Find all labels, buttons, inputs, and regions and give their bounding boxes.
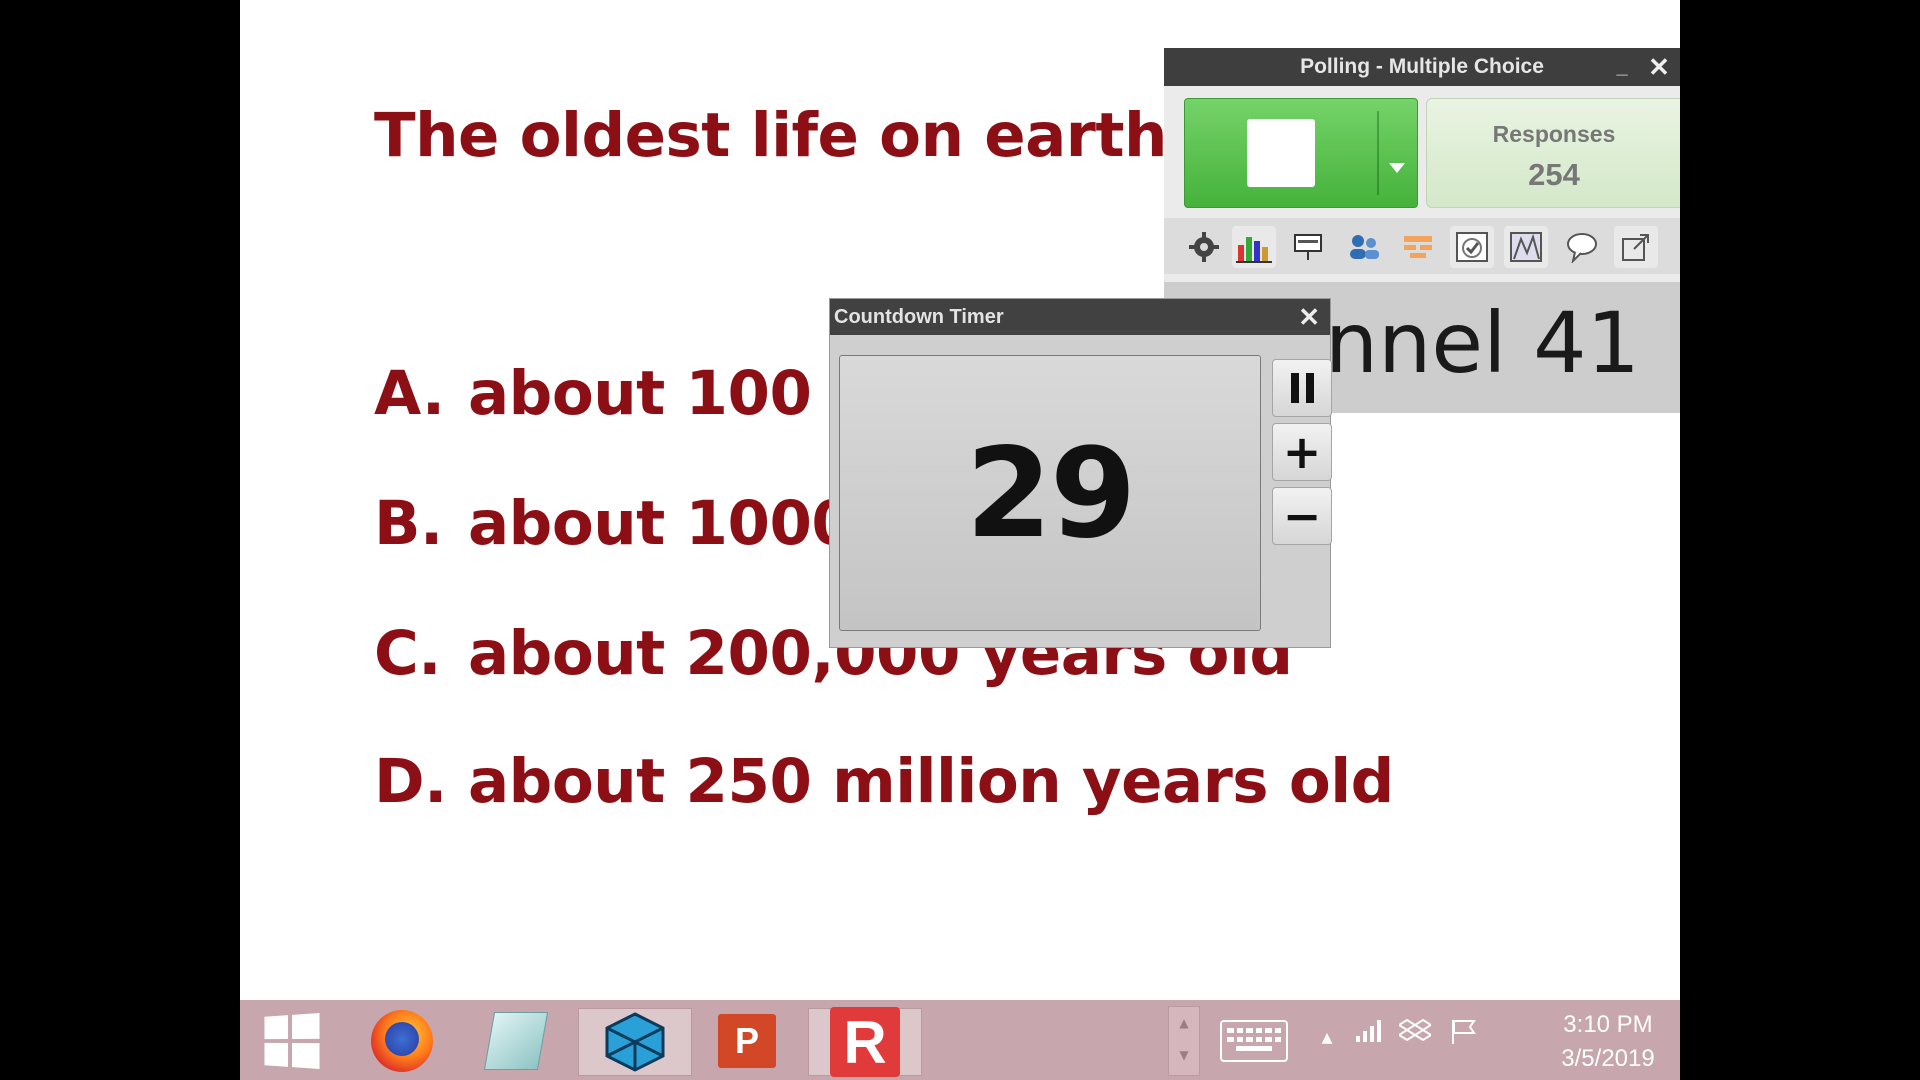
timer-value: 29: [965, 422, 1137, 566]
stop-square-icon: [1247, 119, 1315, 187]
powerpoint-label: P: [718, 1014, 776, 1068]
responses-label: Responses: [1492, 121, 1616, 147]
chart-image-icon[interactable]: [1504, 226, 1548, 268]
participants-icon[interactable]: [1342, 226, 1386, 268]
minimize-button[interactable]: _: [1610, 48, 1634, 86]
pause-icon: [1290, 373, 1314, 403]
clock-time: 3:10 PM: [1563, 1011, 1653, 1038]
option-letter: C.: [374, 618, 441, 689]
windows-start-icon[interactable]: [244, 1008, 336, 1074]
dropbox-icon[interactable]: [1397, 1018, 1433, 1053]
clock-date: 3/5/2019: [1561, 1045, 1655, 1072]
polling-titlebar[interactable]: Polling - Multiple Choice _ ✕: [1164, 48, 1680, 86]
response-app-icon[interactable]: R: [808, 1007, 922, 1077]
button-divider: [1377, 111, 1379, 195]
option-letter: A.: [374, 358, 445, 429]
taskbar: P R ▲ ▼ ▲ 3:10 PM 3/5/2019: [240, 1000, 1680, 1080]
option-d: D. about 250 million years old: [374, 746, 1394, 817]
timer-title: Countdown Timer: [834, 306, 1004, 328]
polling-toolbar: [1164, 218, 1680, 274]
powerpoint-icon[interactable]: P: [694, 1008, 800, 1074]
option-letter: D.: [374, 746, 447, 817]
response-app-label: R: [830, 1007, 900, 1077]
timer-close-button[interactable]: ✕: [1298, 299, 1320, 335]
timer-display: 29: [839, 355, 1261, 631]
subtract-time-button[interactable]: −: [1272, 487, 1332, 545]
responses-panel: Responses 254: [1426, 98, 1680, 208]
start-stop-poll-button[interactable]: [1184, 98, 1418, 208]
system-clock[interactable]: 3:10 PM 3/5/2019: [1548, 1008, 1668, 1076]
add-time-button[interactable]: +: [1272, 423, 1332, 481]
gear-icon[interactable]: [1182, 226, 1226, 268]
check-image-icon[interactable]: [1450, 226, 1494, 268]
slide-question: The oldest life on earth is: [374, 100, 1244, 171]
speech-bubble-icon[interactable]: [1560, 226, 1604, 268]
sketchup-icon[interactable]: [578, 1008, 692, 1076]
notepad-icon[interactable]: [470, 1008, 562, 1074]
show-hidden-icons-button[interactable]: ▲: [1310, 1030, 1344, 1046]
dropdown-arrow-icon[interactable]: [1389, 163, 1405, 173]
countdown-timer-window: Countdown Timer ✕ 29 + −: [829, 298, 1332, 648]
action-center-flag-icon[interactable]: [1446, 1018, 1480, 1053]
timer-titlebar[interactable]: Countdown Timer ✕: [830, 299, 1330, 335]
desktop-screen: The oldest life on earth is A. about 100 …: [240, 0, 1680, 1080]
bar-chart-icon[interactable]: [1232, 226, 1276, 268]
polling-close-button[interactable]: ✕: [1646, 48, 1672, 86]
firefox-icon[interactable]: [356, 1008, 448, 1074]
polling-title: Polling - Multiple Choice: [1300, 55, 1544, 78]
taskbar-scroll[interactable]: ▲ ▼: [1168, 1006, 1200, 1076]
touch-keyboard-icon[interactable]: [1220, 1020, 1288, 1062]
popout-icon[interactable]: [1614, 226, 1658, 268]
grid-icon[interactable]: [1396, 226, 1440, 268]
option-text: about 250 million years old: [468, 746, 1394, 817]
presentation-icon[interactable]: [1286, 226, 1330, 268]
responses-count: 254: [1528, 157, 1580, 192]
option-letter: B.: [374, 488, 443, 559]
network-signal-icon[interactable]: [1352, 1018, 1386, 1051]
pause-button[interactable]: [1272, 359, 1332, 417]
